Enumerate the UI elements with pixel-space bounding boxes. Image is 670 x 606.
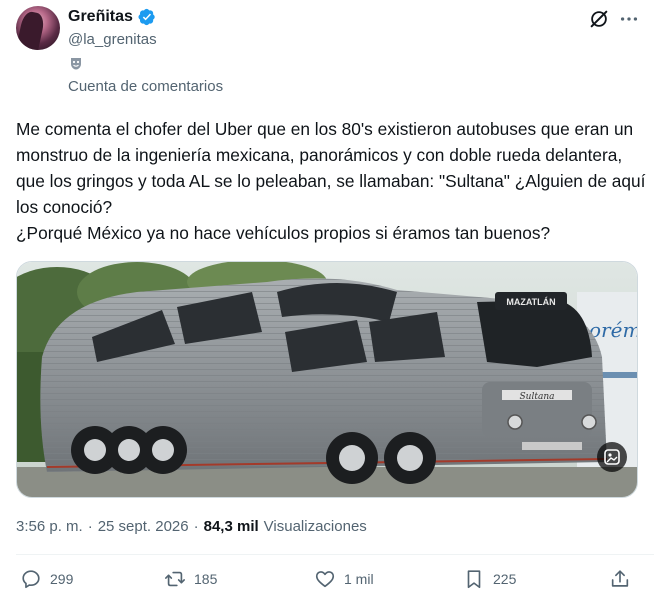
verified-badge-icon xyxy=(138,8,155,26)
grok-icon[interactable] xyxy=(588,8,610,30)
bus-name-plate: Sultana xyxy=(520,392,555,402)
reply-icon xyxy=(22,570,40,589)
views-label: Visualizaciones xyxy=(263,518,367,535)
bookmark-count: 225 xyxy=(493,571,517,587)
heart-icon xyxy=(315,571,335,588)
separator: · xyxy=(87,518,93,535)
tweet-text: Me comenta el chofer del Uber que en los… xyxy=(16,119,646,243)
svg-text:orém: orém xyxy=(589,318,638,342)
tweet-date[interactable]: 25 sept. 2026 xyxy=(98,518,189,535)
action-bar: 299 185 1 mil 225 xyxy=(0,568,670,598)
media-tags-icon[interactable] xyxy=(597,442,627,472)
share-button[interactable] xyxy=(609,568,631,590)
tweet-image[interactable]: orém MAZATLÁN Sultana xyxy=(16,261,638,498)
repost-count: 185 xyxy=(194,571,218,587)
route-sign: MAZATLÁN xyxy=(506,297,555,307)
share-icon xyxy=(611,570,629,587)
reply-count: 299 xyxy=(50,571,74,587)
bookmark-button[interactable]: 225 xyxy=(463,568,516,590)
theater-masks-icon xyxy=(71,58,81,70)
bus-photo: orém MAZATLÁN Sultana xyxy=(17,262,638,497)
tweet-time[interactable]: 3:56 p. m. xyxy=(16,518,83,535)
author-name-row: Greñitas xyxy=(68,8,156,26)
avatar[interactable] xyxy=(16,6,60,50)
like-count: 1 mil xyxy=(344,571,374,587)
repost-icon xyxy=(165,571,185,587)
author-handle[interactable]: @la_grenitas xyxy=(68,31,157,48)
tweet-metadata: 3:56 p. m. · 25 sept. 2026 · 84,3 mil Vi… xyxy=(16,518,367,535)
divider xyxy=(16,554,654,555)
more-options-icon[interactable] xyxy=(618,8,640,30)
like-button[interactable]: 1 mil xyxy=(314,568,374,590)
reply-button[interactable]: 299 xyxy=(20,568,73,590)
repost-button[interactable]: 185 xyxy=(164,568,217,590)
bookmark-icon xyxy=(467,570,481,589)
display-name[interactable]: Greñitas xyxy=(68,8,133,26)
account-label: Cuenta de comentarios xyxy=(68,78,224,95)
separator: · xyxy=(193,518,199,535)
views-count: 84,3 mil xyxy=(203,518,259,535)
